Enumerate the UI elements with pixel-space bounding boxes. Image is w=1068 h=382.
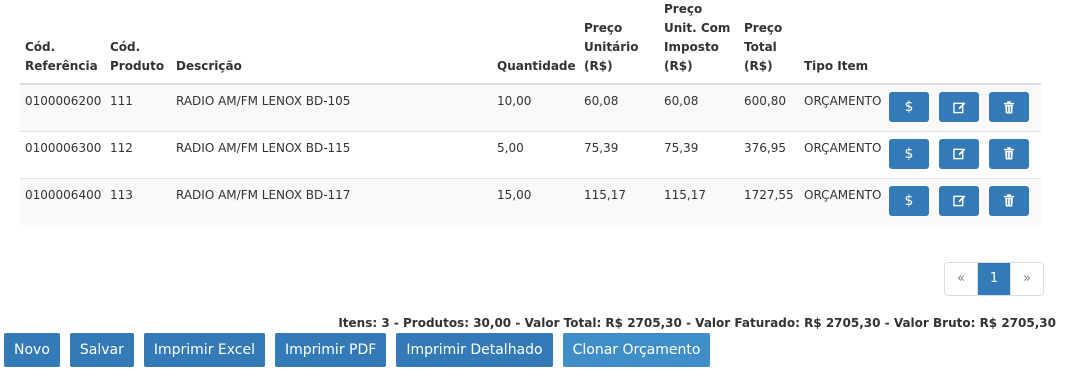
- header-type: Tipo Item: [799, 0, 889, 85]
- cell-qty: 5,00: [492, 130, 579, 178]
- row-actions: $: [889, 83, 1041, 131]
- cell-qty: 15,00: [492, 177, 579, 225]
- cell-prod: 111: [105, 83, 171, 131]
- cell-desc: RADIO AM/FM LENOX BD-117: [171, 177, 492, 225]
- header-actions: [889, 0, 1041, 85]
- header-desc: Descrição: [171, 0, 492, 85]
- imprimir-excel-button[interactable]: Imprimir Excel: [143, 333, 265, 367]
- totals-summary: Itens: 3 - Produtos: 30,00 - Valor Total…: [338, 316, 1056, 330]
- edit-icon: [952, 101, 965, 113]
- cell-total: 376,95: [739, 130, 799, 178]
- header-total: Preço Total (R$): [739, 0, 799, 85]
- cell-ref: 0100006400: [20, 177, 105, 225]
- header-prod: Cód. Produto: [105, 0, 171, 85]
- pagination: « 1 »: [944, 262, 1044, 296]
- imprimir-pdf-button[interactable]: Imprimir PDF: [275, 333, 387, 367]
- cell-ref: 0100006300: [20, 130, 105, 178]
- clonar-orcamento-button[interactable]: Clonar Orçamento: [562, 333, 711, 367]
- edit-icon: [952, 148, 965, 160]
- cell-desc: RADIO AM/FM LENOX BD-115: [171, 130, 492, 178]
- imprimir-detalhado-button[interactable]: Imprimir Detalhado: [396, 333, 553, 367]
- cell-type: ORÇAMENTO: [799, 130, 889, 178]
- cell-qty: 10,00: [492, 83, 579, 131]
- cell-unit-price: 60,08: [579, 83, 659, 131]
- dollar-icon: $: [904, 145, 914, 162]
- cell-prod: 113: [105, 177, 171, 225]
- row-actions: $: [889, 177, 1041, 225]
- row-actions: $: [889, 130, 1041, 178]
- cell-total: 600,80: [739, 83, 799, 131]
- salvar-button[interactable]: Salvar: [69, 333, 134, 367]
- table-header-row: Cód. Referência Cód. Produto Descrição Qua…: [20, 0, 1041, 85]
- cell-type: ORÇAMENTO: [799, 83, 889, 131]
- cell-unit-tax-price: 75,39: [659, 130, 739, 178]
- table-row: 0100006200 111 RADIO AM/FM LENOX BD-105 …: [20, 83, 1041, 131]
- table-row: 0100006300 112 RADIO AM/FM LENOX BD-115 …: [20, 130, 1041, 178]
- novo-button[interactable]: Novo: [4, 333, 60, 367]
- price-button[interactable]: $: [889, 138, 929, 169]
- delete-button[interactable]: [989, 92, 1029, 122]
- edit-button[interactable]: [939, 92, 979, 122]
- table-row: 0100006400 113 RADIO AM/FM LENOX BD-117 …: [20, 177, 1041, 225]
- delete-button[interactable]: [989, 185, 1029, 216]
- cell-unit-price: 115,17: [579, 177, 659, 225]
- cell-total: 1727,55: [739, 177, 799, 225]
- price-button[interactable]: $: [889, 185, 929, 216]
- header-qty: Quantidade: [492, 0, 579, 85]
- cell-unit-price: 75,39: [579, 130, 659, 178]
- edit-icon: [952, 195, 965, 207]
- pagination-page-1[interactable]: 1: [977, 263, 1010, 295]
- dollar-icon: $: [904, 192, 914, 209]
- header-unit-price: Preço Unitário (R$): [579, 0, 659, 85]
- edit-button[interactable]: [939, 185, 979, 216]
- cell-desc: RADIO AM/FM LENOX BD-105: [171, 83, 492, 131]
- header-ref: Cód. Referência: [20, 0, 105, 85]
- trash-icon: [1003, 147, 1015, 160]
- cell-ref: 0100006200: [20, 83, 105, 131]
- pagination-prev[interactable]: «: [945, 263, 977, 295]
- cell-prod: 112: [105, 130, 171, 178]
- action-bar: Novo Salvar Imprimir Excel Imprimir PDF …: [4, 333, 720, 367]
- trash-icon: [1003, 194, 1015, 207]
- cell-unit-tax-price: 60,08: [659, 83, 739, 131]
- delete-button[interactable]: [989, 138, 1029, 169]
- header-unit-tax-price: Preço Unit. Com Imposto (R$): [659, 0, 739, 85]
- cell-type: ORÇAMENTO: [799, 177, 889, 225]
- edit-button[interactable]: [939, 138, 979, 169]
- items-table: Cód. Referência Cód. Produto Descrição Qua…: [20, 0, 1041, 225]
- pagination-next[interactable]: »: [1010, 263, 1043, 295]
- trash-icon: [1003, 100, 1015, 114]
- cell-unit-tax-price: 115,17: [659, 177, 739, 225]
- price-button[interactable]: $: [889, 92, 929, 122]
- dollar-icon: $: [904, 99, 914, 115]
